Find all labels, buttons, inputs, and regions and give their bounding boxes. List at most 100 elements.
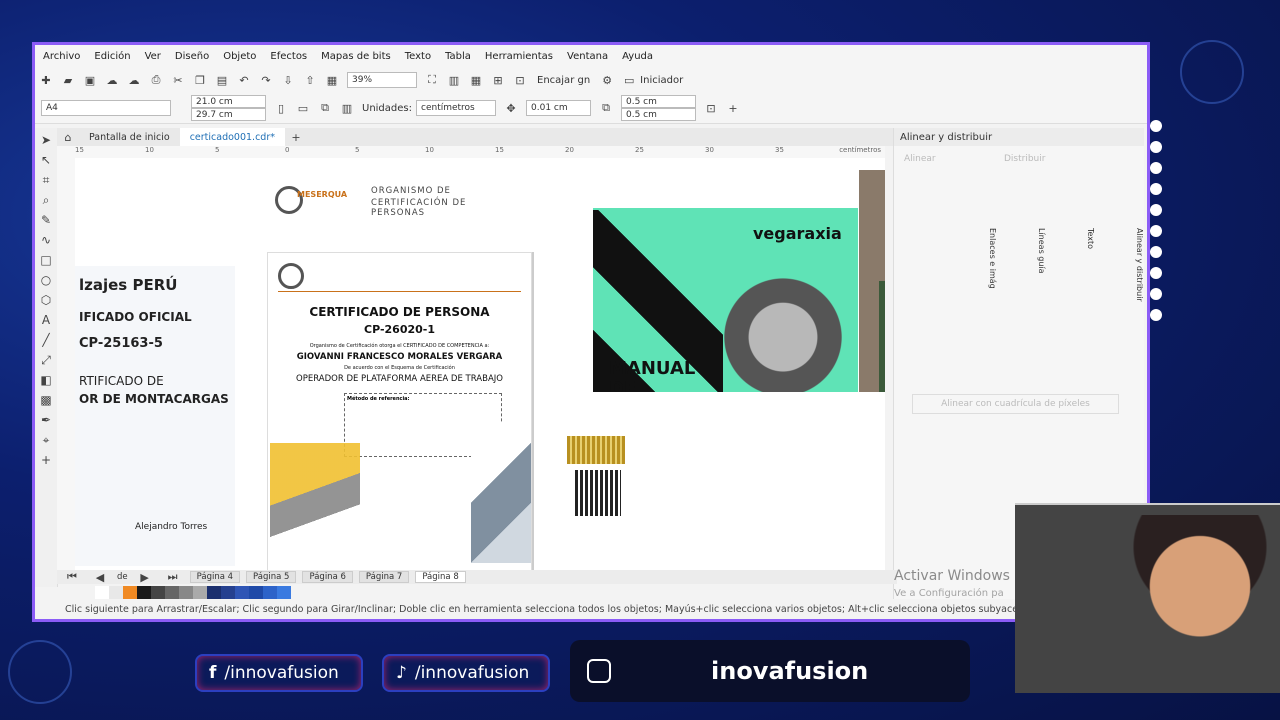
palette-swatch[interactable] xyxy=(263,586,277,600)
page-height-field[interactable]: 29.7 cm xyxy=(191,108,266,121)
add-icon[interactable]: + xyxy=(725,100,741,116)
next-page-icon[interactable]: ▶ xyxy=(137,569,153,585)
freehand-tool-icon[interactable]: ✎ xyxy=(38,212,54,228)
paste-icon[interactable]: ▤ xyxy=(214,72,230,88)
units-select[interactable]: centímetros xyxy=(416,100,496,116)
zoom-level-field[interactable]: 39% xyxy=(347,72,417,88)
snap-to-dropdown[interactable]: Encajar gn xyxy=(537,75,590,86)
tab-document[interactable]: certicado001.cdr* xyxy=(179,128,285,146)
transparency-tool-icon[interactable]: ▩ xyxy=(38,392,54,408)
palette-swatch[interactable] xyxy=(165,586,179,600)
snap-icon[interactable]: ⊡ xyxy=(512,72,528,88)
save-icon[interactable]: ▣ xyxy=(82,72,98,88)
menu-ayuda[interactable]: Ayuda xyxy=(622,51,653,62)
sidetab-align[interactable]: Alinear y distribuir xyxy=(1135,228,1144,302)
align-to-pixel-grid-button[interactable]: Alinear con cuadrícula de píxeles xyxy=(912,394,1119,414)
first-page-icon[interactable]: ⏮ xyxy=(64,569,80,585)
page-tab[interactable]: Página 6 xyxy=(302,571,353,583)
undo-icon[interactable]: ↶ xyxy=(236,72,252,88)
palette-swatch[interactable] xyxy=(193,586,207,600)
duplicate-x-field[interactable]: 0.5 cm xyxy=(621,95,696,108)
copy-icon[interactable]: ❐ xyxy=(192,72,208,88)
facebook-handle[interactable]: f /innovafusion xyxy=(195,654,363,692)
palette-swatch[interactable] xyxy=(95,586,109,600)
page-size-select[interactable]: A4 xyxy=(41,100,171,116)
certificate-persona[interactable]: CERTIFICADO DE PERSONA CP-26020-1 Organi… xyxy=(267,252,532,570)
grid-icon[interactable]: ▦ xyxy=(468,72,484,88)
instagram-handle[interactable]: inovafusion xyxy=(570,640,970,702)
pick-tool-icon[interactable]: ➤ xyxy=(38,132,54,148)
palette-swatch[interactable] xyxy=(123,586,137,600)
current-page-icon[interactable]: ▥ xyxy=(339,100,355,116)
full-screen-icon[interactable]: ⛶ xyxy=(424,72,440,88)
export-icon[interactable]: ⇧ xyxy=(302,72,318,88)
menu-ver[interactable]: Ver xyxy=(145,51,161,62)
artistic-media-icon[interactable]: ∿ xyxy=(38,232,54,248)
ellipse-tool-icon[interactable]: ○ xyxy=(38,272,54,288)
rulers-icon[interactable]: ▥ xyxy=(446,72,462,88)
prev-page-icon[interactable]: ◀ xyxy=(92,569,108,585)
sidetab-links[interactable]: Enlaces e imág xyxy=(988,228,997,302)
new-document-icon[interactable]: ✚ xyxy=(38,72,54,88)
print-icon[interactable]: ⎙ xyxy=(148,72,164,88)
eyedropper-tool-icon[interactable]: ✒ xyxy=(38,412,54,428)
portrait-icon[interactable]: ▯ xyxy=(273,100,289,116)
palette-swatch[interactable] xyxy=(179,586,193,600)
fill-tool-icon[interactable]: ⌖ xyxy=(38,432,54,448)
tiktok-handle[interactable]: ♪ /innovafusion xyxy=(382,654,550,692)
settings-gear-icon[interactable]: ⚙ xyxy=(599,72,615,88)
page-width-field[interactable]: 21.0 cm xyxy=(191,95,266,108)
menu-diseno[interactable]: Diseño xyxy=(175,51,209,62)
menu-objeto[interactable]: Objeto xyxy=(223,51,256,62)
page-tab[interactable]: Página 4 xyxy=(189,571,241,583)
page-tab[interactable]: Página 7 xyxy=(358,571,410,583)
page-tab-active[interactable]: Página 8 xyxy=(415,571,466,583)
guides-icon[interactable]: ⊞ xyxy=(490,72,506,88)
menu-archivo[interactable]: Archivo xyxy=(43,51,80,62)
add-tool-icon[interactable]: + xyxy=(38,452,54,468)
page-tab[interactable]: Página 5 xyxy=(246,571,297,583)
palette-swatch[interactable] xyxy=(249,586,263,600)
treat-as-filled-icon[interactable]: ⊡ xyxy=(703,100,719,116)
new-tab-icon[interactable]: + xyxy=(288,129,304,145)
all-pages-icon[interactable]: ⧉ xyxy=(317,100,333,116)
connector-tool-icon[interactable]: ⤢ xyxy=(38,352,54,368)
duplicate-y-field[interactable]: 0.5 cm xyxy=(621,108,696,121)
palette-swatch[interactable] xyxy=(207,586,221,600)
drawing-canvas[interactable]: lzajes PERÚ IFICADO OFICIAL CP-25163-5 R… xyxy=(75,158,885,570)
shadow-tool-icon[interactable]: ◧ xyxy=(38,372,54,388)
shape-tool-icon[interactable]: ↖ xyxy=(38,152,54,168)
cloud-download-icon[interactable]: ☁ xyxy=(126,72,142,88)
polygon-tool-icon[interactable]: ⬡ xyxy=(38,292,54,308)
crop-tool-icon[interactable]: ⌗ xyxy=(38,172,54,188)
menu-edicion[interactable]: Edición xyxy=(94,51,130,62)
menu-texto[interactable]: Texto xyxy=(405,51,431,62)
palette-swatch[interactable] xyxy=(277,586,291,600)
pdf-icon[interactable]: ▦ xyxy=(324,72,340,88)
menu-tabla[interactable]: Tabla xyxy=(445,51,471,62)
text-tool-icon[interactable]: A xyxy=(38,312,54,328)
zoom-tool-icon[interactable]: ⌕ xyxy=(38,192,54,208)
video-thumbnail[interactable]: vegaraxia MANUAL DE xyxy=(593,170,858,392)
last-page-icon[interactable]: ⏭ xyxy=(165,569,181,585)
palette-swatch[interactable] xyxy=(221,586,235,600)
import-icon[interactable]: ⇩ xyxy=(280,72,296,88)
rectangle-tool-icon[interactable]: □ xyxy=(38,252,54,268)
landscape-icon[interactable]: ▭ xyxy=(295,100,311,116)
tab-home[interactable]: Pantalla de inicio xyxy=(79,128,180,146)
launcher-dropdown[interactable]: Iniciador xyxy=(640,75,683,86)
palette-swatch[interactable] xyxy=(137,586,151,600)
menu-ventana[interactable]: Ventana xyxy=(567,51,608,62)
sidetab-text[interactable]: Texto xyxy=(1086,228,1095,302)
palette-swatch[interactable] xyxy=(151,586,165,600)
redo-icon[interactable]: ↷ xyxy=(258,72,274,88)
menu-mapas-de-bits[interactable]: Mapas de bits xyxy=(321,51,391,62)
open-folder-icon[interactable]: ▰ xyxy=(60,72,76,88)
palette-swatch[interactable] xyxy=(235,586,249,600)
palette-swatch[interactable] xyxy=(109,586,123,600)
line-tool-icon[interactable]: ╱ xyxy=(38,332,54,348)
nudge-distance-field[interactable]: 0.01 cm xyxy=(526,100,591,116)
cut-icon[interactable]: ✂ xyxy=(170,72,186,88)
menu-herramientas[interactable]: Herramientas xyxy=(485,51,553,62)
sidetab-guides[interactable]: Líneas guía xyxy=(1037,228,1046,302)
